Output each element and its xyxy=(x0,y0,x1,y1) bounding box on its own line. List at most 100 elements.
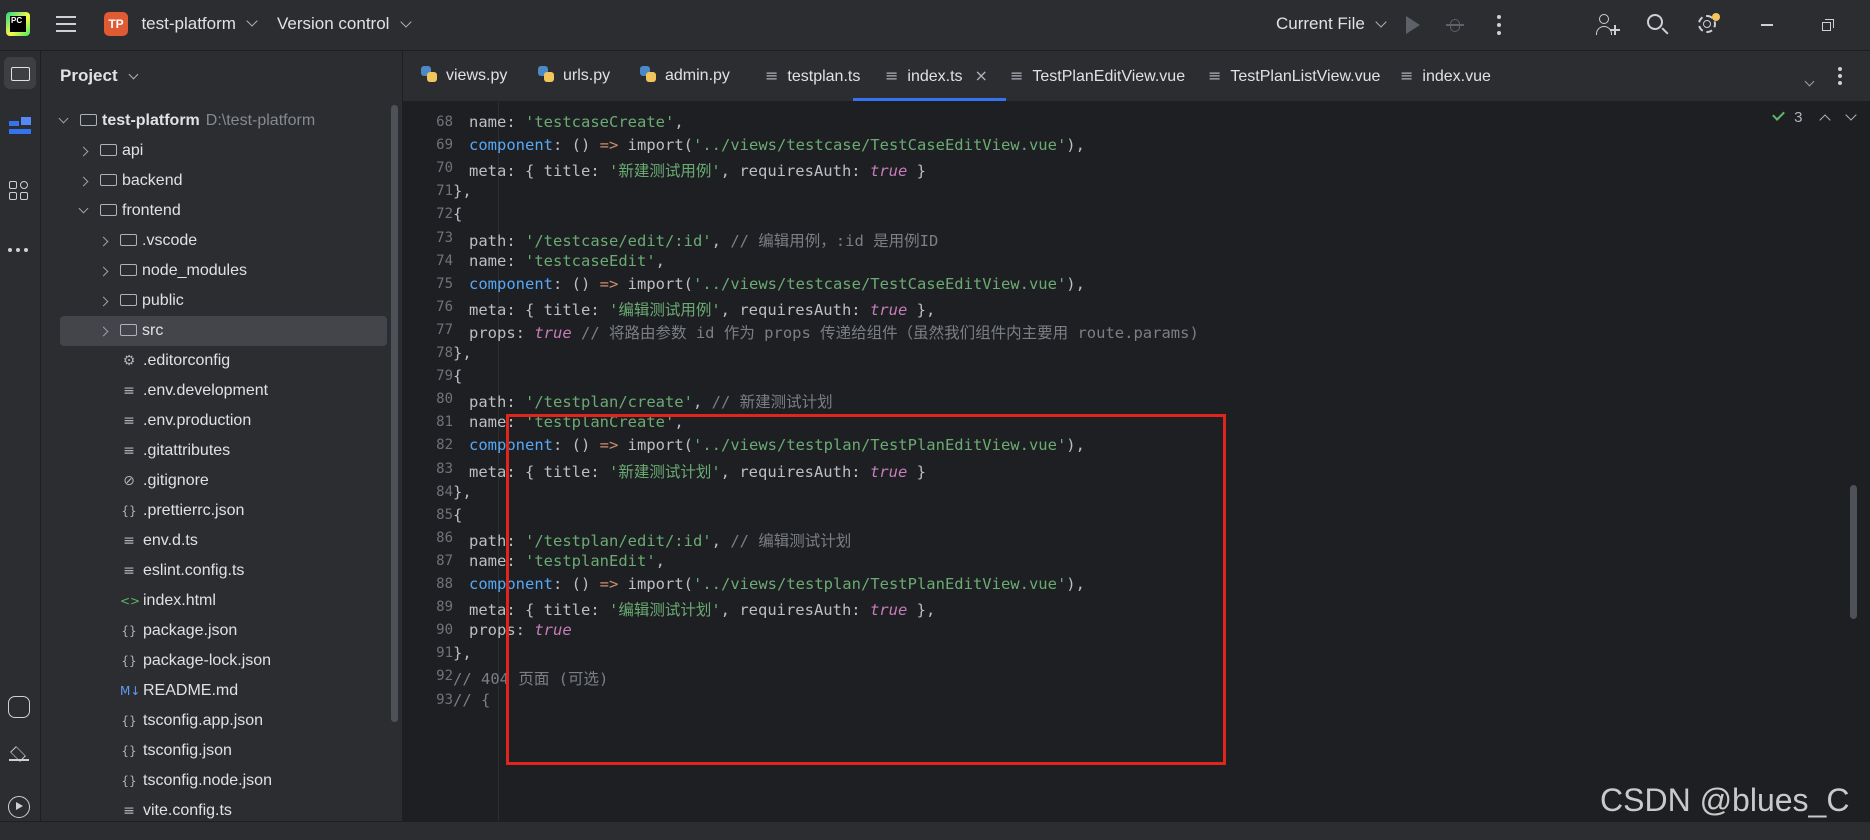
tree-file[interactable]: ≡ .gitattributes xyxy=(41,436,387,466)
chevron-right-icon[interactable] xyxy=(98,266,109,277)
project-tool-button[interactable] xyxy=(4,57,36,89)
tree-file[interactable]: {} tsconfig.json xyxy=(41,736,387,766)
code-token: '新建测试用例' xyxy=(608,162,721,181)
tree-item-path: D:\test-platform xyxy=(205,112,316,129)
chevron-right-icon[interactable] xyxy=(98,296,109,307)
tabs-more-icon[interactable] xyxy=(1838,67,1842,85)
code-line[interactable]: }, xyxy=(453,182,472,200)
tree-file[interactable]: ≡ .env.production xyxy=(41,406,387,436)
tree-file[interactable]: {} tsconfig.node.json xyxy=(41,766,387,796)
code-line[interactable]: }, xyxy=(453,344,472,362)
code-token: '../views/testcase/TestCaseEditView.vue' xyxy=(693,136,1067,155)
main-menu-icon[interactable] xyxy=(56,14,76,34)
chevron-down-icon[interactable] xyxy=(78,203,89,214)
tree-file[interactable]: {} .prettierrc.json xyxy=(41,496,387,526)
tree-folder[interactable]: node_modules xyxy=(41,256,387,286)
code-line[interactable]: meta: { title: '新建测试用例', requiresAuth: t… xyxy=(469,159,926,181)
project-panel-title: Project xyxy=(60,66,118,85)
editor-tab[interactable]: admin.py xyxy=(608,51,748,101)
services-icon[interactable] xyxy=(8,796,30,818)
tree-folder[interactable]: frontend xyxy=(41,196,387,226)
json-file-icon: {} xyxy=(121,744,137,758)
tree-file[interactable]: ≡ eslint.config.ts xyxy=(41,556,387,586)
tree-file[interactable]: ⚙ .editorconfig xyxy=(41,346,387,376)
code-line[interactable]: name: 'testcaseEdit', xyxy=(469,252,665,270)
tree-file[interactable]: ≡ .env.development xyxy=(41,376,387,406)
tree-file[interactable]: ⊘ .gitignore xyxy=(41,466,387,496)
search-icon[interactable] xyxy=(1647,14,1671,38)
chevron-down-icon xyxy=(400,16,412,28)
code-token: }, xyxy=(907,300,936,319)
tree-file[interactable]: {} package.json xyxy=(41,616,387,646)
editor-tab[interactable]: views.py xyxy=(389,51,525,101)
code-token: { xyxy=(453,367,463,386)
more-tools-icon[interactable] xyxy=(8,239,32,252)
run-config-label: Current File xyxy=(1276,14,1365,33)
tree-item-label: eslint.config.ts xyxy=(143,562,245,579)
settings-gear-icon[interactable] xyxy=(1696,13,1720,37)
more-actions-icon[interactable] xyxy=(1496,14,1502,36)
inspection-widget[interactable]: 3 xyxy=(1772,108,1857,126)
code-line[interactable]: path: '/testplan/create', // 新建测试计划 xyxy=(469,390,833,412)
editor-tab[interactable]: ≡ index.vue xyxy=(1368,51,1509,101)
structure-icon[interactable] xyxy=(9,117,31,139)
line-number: 73 xyxy=(436,229,453,246)
tree-file[interactable]: ≡ env.d.ts xyxy=(41,526,387,556)
debug-icon[interactable] xyxy=(1446,15,1464,35)
app-logo-icon[interactable]: PC xyxy=(6,12,30,36)
code-line[interactable]: { xyxy=(453,506,462,524)
project-panel-header[interactable]: Project xyxy=(60,66,139,86)
tree-folder[interactable]: backend xyxy=(41,166,387,196)
project-badge: TP xyxy=(104,12,128,36)
tree-folder[interactable]: api xyxy=(41,136,387,166)
folder-icon xyxy=(11,67,30,81)
python-console-icon[interactable] xyxy=(8,696,30,718)
code-line[interactable]: props: true // 将路由参数 id 作为 props 传递给组件（虽… xyxy=(469,321,1199,343)
project-switcher[interactable]: TP test-platform xyxy=(104,12,259,38)
line-number: 76 xyxy=(436,298,453,315)
previous-problem-chevron-up-icon[interactable] xyxy=(1819,114,1831,126)
code-line[interactable]: component: () => import('../views/testca… xyxy=(469,275,1085,293)
code-line[interactable]: }, xyxy=(453,644,472,662)
tree-item-label: public xyxy=(142,292,184,309)
chevron-right-icon[interactable] xyxy=(78,176,89,187)
next-problem-chevron-down-icon[interactable] xyxy=(1845,109,1857,121)
tree-folder[interactable]: .vscode xyxy=(41,226,387,256)
tree-item-label: .prettierrc.json xyxy=(143,502,245,519)
code-line[interactable]: // { xyxy=(453,691,490,709)
code-line[interactable]: component: () => import('../views/testca… xyxy=(469,136,1085,154)
code-line[interactable]: { xyxy=(453,205,462,223)
code-line[interactable]: meta: { title: '编辑测试用例', requiresAuth: t… xyxy=(469,298,935,320)
chevron-right-icon[interactable] xyxy=(78,146,89,157)
chevron-down-icon[interactable] xyxy=(58,113,69,124)
editor-tab[interactable]: ≡ TestPlanEditView.vue xyxy=(978,51,1203,101)
plugins-icon[interactable] xyxy=(9,181,31,203)
code-line[interactable]: }, xyxy=(453,483,472,501)
tree-file[interactable]: <> index.html xyxy=(41,586,387,616)
layers-icon[interactable] xyxy=(8,746,30,768)
tree-file[interactable]: M↓ README.md xyxy=(41,676,387,706)
vcs-menu[interactable]: Version control xyxy=(277,14,412,34)
tree-folder[interactable]: public xyxy=(41,286,387,316)
package-folder-icon xyxy=(100,174,117,186)
code-line[interactable]: name: 'testcaseCreate', xyxy=(469,113,684,131)
tree-folder[interactable]: test-platform D:\test-platform xyxy=(41,106,387,136)
tree-file[interactable]: {} package-lock.json xyxy=(41,646,387,676)
tree-file[interactable]: ≡ vite.config.ts xyxy=(41,796,387,821)
tree-scrollbar[interactable] xyxy=(391,105,398,722)
tree-folder[interactable]: src xyxy=(60,316,387,346)
editor-scrollbar[interactable] xyxy=(1850,485,1857,619)
chevron-right-icon[interactable] xyxy=(98,326,109,337)
code-line[interactable]: { xyxy=(453,367,462,385)
chevron-right-icon[interactable] xyxy=(98,236,109,247)
restore-window-icon[interactable] xyxy=(1822,19,1834,31)
add-user-icon[interactable] xyxy=(1596,13,1620,37)
code-editor[interactable]: 68 name: 'testcaseCreate', 69 component: ()… xyxy=(403,102,1870,821)
tab-label: index.vue xyxy=(1422,68,1491,85)
minimize-window-icon[interactable] xyxy=(1761,24,1773,26)
editor-tab[interactable]: ≡ TestPlanListView.vue xyxy=(1176,51,1398,101)
run-icon[interactable] xyxy=(1406,16,1420,34)
run-config-selector[interactable]: Current File xyxy=(1276,14,1387,34)
tree-file[interactable]: {} tsconfig.app.json xyxy=(41,706,387,736)
code-line[interactable]: path: '/testcase/edit/:id', // 编辑用例，:id … xyxy=(469,229,938,251)
